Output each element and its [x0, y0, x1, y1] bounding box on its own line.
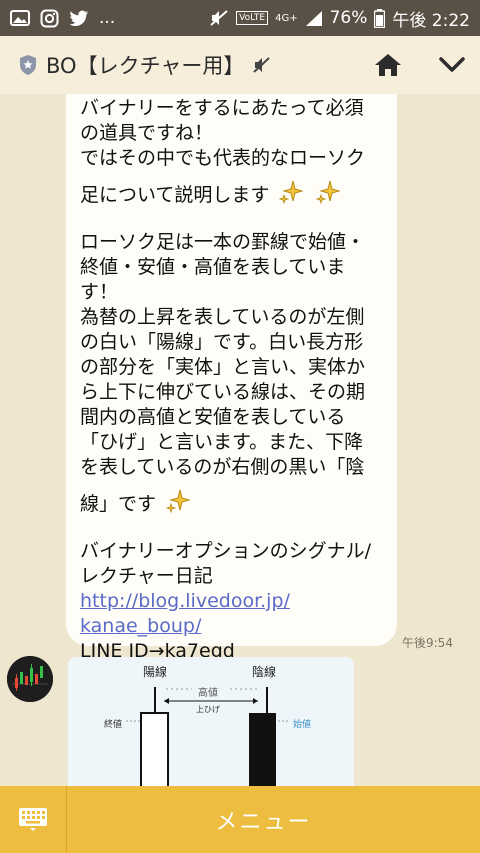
message-line: 足について説明します	[80, 184, 270, 206]
home-icon[interactable]	[374, 52, 402, 78]
chat-header: BO【レクチャー用】	[0, 36, 480, 94]
message-line: バイナリーをするにあたって必須	[80, 97, 364, 119]
keyboard-toggle-button[interactable]	[0, 786, 67, 853]
battery-percent: 76%	[329, 8, 368, 28]
mute-vibrate-icon	[209, 9, 229, 27]
network-label: 4G+	[275, 12, 298, 24]
message-line: ではその中でも代表的なローソク	[80, 147, 366, 169]
signal-icon	[305, 10, 323, 27]
message-time: 午後9:54	[402, 636, 453, 650]
candlestick-diagram	[126, 687, 290, 786]
candlestick-image-message[interactable]: 陽線 陰線 高値 上ひげ 終値 始値	[68, 657, 354, 786]
volte-icon: VoLTE	[236, 11, 269, 25]
volte-label: VoLTE	[236, 11, 269, 25]
blog-link[interactable]: http://blog.livedoor.jp/	[80, 590, 290, 612]
message-line: 終値・安値・高値を表していま	[80, 256, 346, 278]
message-line: ら上下に伸びている線は、その期	[80, 381, 366, 403]
message-line: 為替の上昇を表しているのが左側	[80, 306, 365, 328]
avatar[interactable]	[7, 656, 53, 702]
instagram-icon	[40, 9, 59, 28]
shield-star-icon	[18, 54, 38, 76]
message-line: す！	[80, 281, 119, 303]
sparkles-icon	[279, 179, 305, 212]
mute-icon	[252, 56, 272, 74]
menu-button[interactable]: メニュー	[67, 804, 480, 836]
message-line: 「ひげ」と言います。また、下降	[80, 431, 364, 453]
keyboard-icon	[18, 807, 48, 833]
battery-icon	[374, 8, 386, 28]
twitter-icon	[69, 10, 89, 27]
message-line-with-emoji: 足について説明します	[80, 171, 397, 206]
clock: 午後 2:22	[392, 10, 470, 31]
message-line: を表しているのが右側の黒い「陰	[80, 456, 365, 478]
chat-area[interactable]: バイナリーをするにあたって必須 の道具ですね！ ではその中でも代表的なローソク …	[0, 94, 480, 786]
blog-link[interactable]: kanae_boup/	[80, 615, 201, 637]
bottom-menu-bar: メニュー	[0, 786, 480, 853]
message-line: 線」です	[80, 493, 157, 515]
sparkles-icon	[315, 179, 341, 212]
chat-title[interactable]: BO【レクチャー用】	[46, 50, 244, 80]
more-notifications: ...	[99, 8, 116, 28]
image-icon	[10, 9, 30, 27]
message-line: の道具ですね！	[80, 122, 214, 144]
message-line: 間内の高値と安値を表している	[80, 406, 346, 428]
message-bubble[interactable]: バイナリーをするにあたって必須 の道具ですね！ ではその中でも代表的なローソク …	[66, 94, 397, 662]
message-line: バイナリーオプションのシグナル/	[80, 540, 372, 562]
chevron-down-icon[interactable]	[438, 56, 466, 74]
message-line: の部分を「実体」と言い、実体か	[80, 356, 366, 378]
message-line: レクチャー日記	[80, 565, 213, 587]
message-line-with-emoji: 線」です	[80, 480, 397, 515]
status-bar: ... VoLTE 4G+ 76% 午後 2:22	[0, 0, 480, 36]
sparkles-icon	[165, 488, 191, 521]
message-line: ローソク足は一本の罫線で始値・	[80, 231, 366, 253]
message-line: の白い「陽線」です。白い長方形	[80, 331, 364, 353]
